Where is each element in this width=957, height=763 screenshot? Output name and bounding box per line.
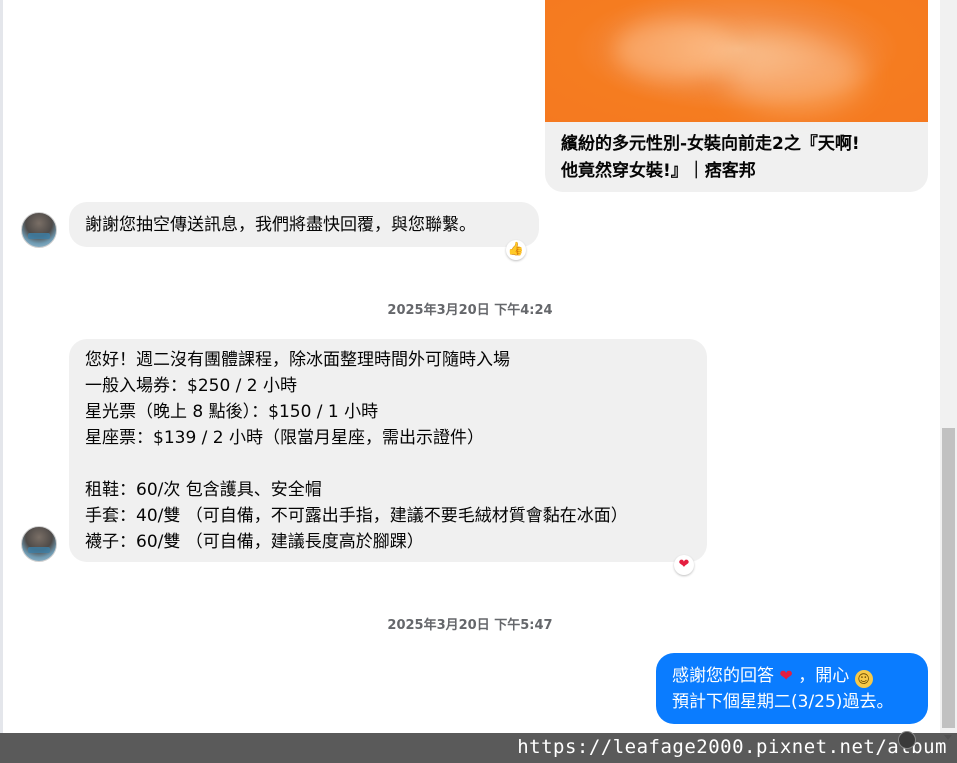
scroll-down-arrow-icon[interactable] (944, 735, 952, 740)
info-message-lines: 您好！週二沒有團體課程，除冰面整理時間外可隨時入場 一般入場券：$250 / 2 … (85, 347, 628, 555)
info-message[interactable]: 您好！週二沒有團體課程，除冰面整理時間外可隨時入場 一般入場券：$250 / 2 … (69, 339, 707, 562)
watermark-bar: https://leafage2000.pixnet.net/album (0, 733, 957, 763)
thumbs-up-reaction-icon[interactable]: 👍 (506, 240, 526, 260)
watermark-url: https://leafage2000.pixnet.net/album (517, 736, 947, 758)
reply-text-part1: 感謝您的回答 (672, 666, 774, 686)
outgoing-message[interactable]: 感謝您的回答 ❤ ，開心 ☺ 預計下個星期二(3/25)過去。 (656, 653, 928, 724)
scrollbar-thumb[interactable] (942, 428, 955, 728)
contact-avatar[interactable] (21, 526, 57, 562)
timestamp-divider: 2025年3月20日 下午4:24 (387, 303, 553, 318)
outgoing-line-1: 感謝您的回答 ❤ ，開心 ☺ (672, 663, 893, 689)
read-receipt-avatar (898, 731, 916, 749)
info-line: 手套：40/雙 （可自備，不可露出手指，建議不要毛絨材質會黏在冰面） (85, 506, 628, 526)
message-text: 謝謝您抽空傳送訊息，我們將盡快回覆，與您聯繫。 (85, 215, 476, 235)
link-preview-title[interactable]: 繽紛的多元性別-女裝向前走2之『天啊! 他竟然穿女裝!』｜痞客邦 (561, 131, 916, 185)
link-preview-card[interactable]: 繽紛的多元性別-女裝向前走2之『天啊! 他竟然穿女裝!』｜痞客邦 (545, 0, 928, 192)
link-title-line-1: 繽紛的多元性別-女裝向前走2之『天啊! (561, 134, 860, 154)
link-title-line-2: 他竟然穿女裝!』｜痞客邦 (561, 161, 756, 181)
chat-thread: 繽紛的多元性別-女裝向前走2之『天啊! 他竟然穿女裝!』｜痞客邦 謝謝您抽空傳送… (0, 0, 940, 733)
info-line: 星座票：$139 / 2 小時（限當月星座，需出示證件） (85, 428, 485, 448)
info-line: 星光票（晚上 8 點後）：$150 / 1 小時 (85, 402, 379, 422)
info-line: 您好！週二沒有團體課程，除冰面整理時間外可隨時入場 (85, 350, 510, 370)
info-line: 一般入場券：$250 / 2 小時 (85, 376, 298, 396)
info-line: 租鞋：60/次 包含護具、安全帽 (85, 480, 322, 500)
info-line: 襪子：60/雙 （可自備，建議長度高於腳踝） (85, 532, 424, 552)
heart-reaction-icon[interactable]: ❤ (674, 555, 694, 575)
reply-text-part2: ，開心 (798, 666, 850, 686)
outgoing-line-2: 預計下個星期二(3/25)過去。 (672, 692, 894, 712)
link-preview-thumbnail[interactable] (545, 0, 928, 122)
auto-reply-message[interactable]: 謝謝您抽空傳送訊息，我們將盡快回覆，與您聯繫。 (69, 202, 539, 247)
smile-emoji-icon: ☺ (854, 670, 873, 688)
heart-emoji-icon: ❤ (779, 666, 793, 685)
timestamp-divider: 2025年3月20日 下午5:47 (387, 618, 553, 633)
contact-avatar[interactable] (21, 212, 57, 248)
info-line (85, 451, 628, 477)
